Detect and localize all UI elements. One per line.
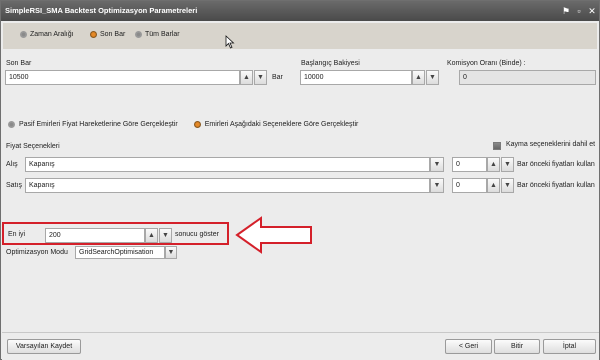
en-iyi-up-button[interactable]: ▲	[145, 228, 158, 243]
radio-son-bar[interactable]: Son Bar	[90, 31, 125, 38]
kayma-checkbox[interactable]	[493, 142, 501, 150]
radio-zaman-araligi[interactable]: Zaman Aralığı	[20, 31, 74, 38]
radio-label: Tüm Barlar	[145, 31, 180, 38]
mouse-cursor-icon	[225, 35, 235, 49]
son-bar-input[interactable]: 10500	[5, 70, 240, 85]
en-iyi-down-button[interactable]: ▼	[159, 228, 172, 243]
radio-tum-barlar[interactable]: Tüm Barlar	[135, 31, 180, 38]
save-defaults-button[interactable]: Varsayılan Kaydet	[7, 339, 81, 354]
radio-label: Son Bar	[100, 31, 126, 38]
back-button[interactable]: < Geri	[445, 339, 492, 354]
radio-emirleri-secenekler[interactable]	[193, 120, 201, 128]
baslangic-input[interactable]: 10000	[300, 70, 412, 85]
baslangic-up-button[interactable]: ▲	[412, 70, 425, 85]
radio-pasif-emirler[interactable]	[8, 120, 15, 128]
alis-suffix: Bar önceki fiyatları kullan	[517, 161, 595, 168]
restore-icon[interactable]: ▫	[573, 5, 585, 17]
komisyon-label: Komisyon Oranı (Binde) :	[447, 60, 526, 67]
radio-dot-icon	[135, 31, 142, 38]
en-iyi-suffix: sonucu göster	[175, 231, 219, 238]
son-bar-up-button[interactable]: ▲	[240, 70, 253, 85]
son-bar-down-button[interactable]: ▼	[254, 70, 267, 85]
chevron-down-icon[interactable]: ▼	[165, 246, 177, 259]
finish-button[interactable]: Bitir	[494, 339, 540, 354]
kayma-label: Kayma seçeneklerini dahil et	[506, 141, 596, 148]
alis-price-select[interactable]: Kapanış	[25, 157, 430, 172]
optimizasyon-select[interactable]: GridSearchOptimisation	[75, 246, 165, 259]
red-arrow-icon	[235, 216, 312, 254]
baslangic-label: Başlangıç Bakiyesi	[301, 60, 360, 67]
en-iyi-input[interactable]: 200	[45, 228, 145, 243]
alis-label: Alış	[6, 161, 18, 168]
satis-offset-up-button[interactable]: ▲	[487, 178, 500, 193]
son-bar-unit: Bar	[272, 74, 283, 81]
window-title: SimpleRSI_SMA Backtest Optimizasyon Para…	[5, 6, 198, 15]
radio-label: Zaman Aralığı	[30, 31, 74, 38]
bar-range-group: Zaman Aralığı Son Bar Tüm Barlar	[3, 23, 597, 49]
close-icon[interactable]: ✕	[586, 5, 598, 17]
en-iyi-label: En iyi	[8, 231, 26, 238]
pin-icon[interactable]: ⚑	[560, 5, 572, 17]
satis-label: Satış	[6, 182, 22, 189]
satis-suffix: Bar önceki fiyatları kullan	[517, 182, 595, 189]
alis-offset-down-button[interactable]: ▼	[501, 157, 514, 172]
chevron-down-icon[interactable]: ▼	[430, 178, 444, 193]
satis-offset-input[interactable]: 0	[452, 178, 487, 193]
footer-bar: Varsayılan Kaydet < Geri Bitir İptal	[2, 332, 599, 360]
execution-options: Pasif Emirleri Fiyat Hareketlerine Göre …	[3, 114, 597, 134]
radio-label: Emirleri Aşağıdaki Seçeneklere Göre Gerç…	[204, 120, 359, 128]
cancel-button[interactable]: İptal	[543, 339, 596, 354]
satis-price-select[interactable]: Kapanış	[25, 178, 430, 193]
alis-offset-input[interactable]: 0	[452, 157, 487, 172]
alis-offset-up-button[interactable]: ▲	[487, 157, 500, 172]
baslangic-down-button[interactable]: ▼	[426, 70, 439, 85]
radio-label: Pasif Emirleri Fiyat Hareketlerine Göre …	[19, 120, 178, 128]
optimizasyon-label: Optimizasyon Modu	[6, 249, 68, 256]
optimization-dialog: SimpleRSI_SMA Backtest Optimizasyon Para…	[0, 0, 600, 360]
komisyon-input: 0	[459, 70, 596, 85]
radio-dot-icon	[20, 31, 27, 38]
chevron-down-icon[interactable]: ▼	[430, 157, 444, 172]
radio-dot-icon	[90, 31, 97, 38]
son-bar-label: Son Bar	[6, 60, 32, 67]
fiyat-section-label: Fiyat Seçenekleri	[6, 143, 60, 150]
title-bar: SimpleRSI_SMA Backtest Optimizasyon Para…	[1, 1, 599, 21]
satis-offset-down-button[interactable]: ▼	[501, 178, 514, 193]
